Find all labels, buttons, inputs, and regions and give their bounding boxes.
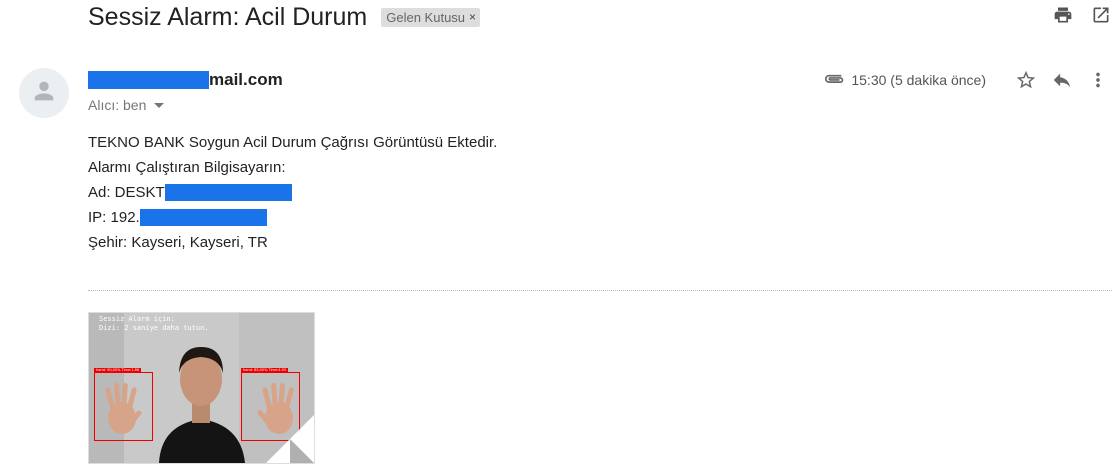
reply-icon[interactable] <box>1048 69 1076 91</box>
email-subject: Sessiz Alarm: Acil Durum <box>88 2 368 31</box>
attachment-thumbnail[interactable]: Sessiz Alarm için: Dizi: 2 saniye daha t… <box>88 312 315 464</box>
inbox-label-chip[interactable]: Gelen Kutusu × <box>381 7 481 27</box>
page-fold-corner <box>290 439 314 463</box>
attachment-clip-icon <box>823 71 845 90</box>
recipient-text: Alıcı: ben <box>88 97 147 113</box>
body-line-ip: IP: 192. <box>88 205 497 230</box>
avatar-person-icon <box>30 77 58 110</box>
sender-domain: mail.com <box>209 70 283 89</box>
overlay-line-2: Dizi: 2 saniye daha tutun. <box>99 324 209 332</box>
right-hand-detection-label: hand: 85,00% Time:4.05 <box>241 368 289 373</box>
redacted-ip <box>139 209 267 226</box>
inbox-label-text: Gelen Kutusu <box>386 9 466 25</box>
remove-label-button[interactable]: × <box>469 10 476 24</box>
print-icon[interactable] <box>1052 4 1074 26</box>
sender-avatar <box>19 68 69 118</box>
ip-prefix: IP: 192. <box>88 209 140 226</box>
open-in-new-icon[interactable] <box>1090 4 1112 26</box>
caret-down-icon <box>154 102 165 108</box>
redacted-sender-name <box>88 71 209 89</box>
message-time: 15:30 (5 dakika önce) <box>851 72 986 88</box>
redacted-computer-name <box>164 184 292 201</box>
email-body: TEKNO BANK Soygun Acil Durum Çağrısı Gör… <box>88 130 497 255</box>
body-line-1: TEKNO BANK Soygun Acil Durum Çağrısı Gör… <box>88 134 498 151</box>
message-meta: 15:30 (5 dakika önce) <box>823 66 1112 94</box>
top-actions <box>1052 4 1112 26</box>
recipient-details-toggle[interactable]: Alıcı: ben <box>88 97 165 113</box>
body-line-ad: Ad: DESKT <box>88 180 497 205</box>
star-icon[interactable] <box>1012 69 1040 91</box>
webcam-overlay-text: Sessiz Alarm için: Dizi: 2 saniye daha t… <box>99 315 209 333</box>
body-line-2: Alarmı Çalıştıran Bilgisayarın: <box>88 159 286 176</box>
more-vert-icon[interactable] <box>1084 69 1112 91</box>
overlay-line-1: Sessiz Alarm için: <box>99 315 175 323</box>
sender-email[interactable]: mail.com <box>88 70 283 90</box>
body-line-city: Şehir: Kayseri, Kayseri, TR <box>88 234 268 251</box>
attachment-divider <box>88 290 1112 291</box>
subject-row: Sessiz Alarm: Acil Durum Gelen Kutusu × <box>88 0 481 34</box>
left-hand-detection-label: hand: 90,00% Time:1.86 <box>94 368 142 373</box>
ad-prefix: Ad: DESKT <box>88 184 165 201</box>
left-hand-detection-box: hand: 90,00% Time:1.86 <box>94 368 153 441</box>
